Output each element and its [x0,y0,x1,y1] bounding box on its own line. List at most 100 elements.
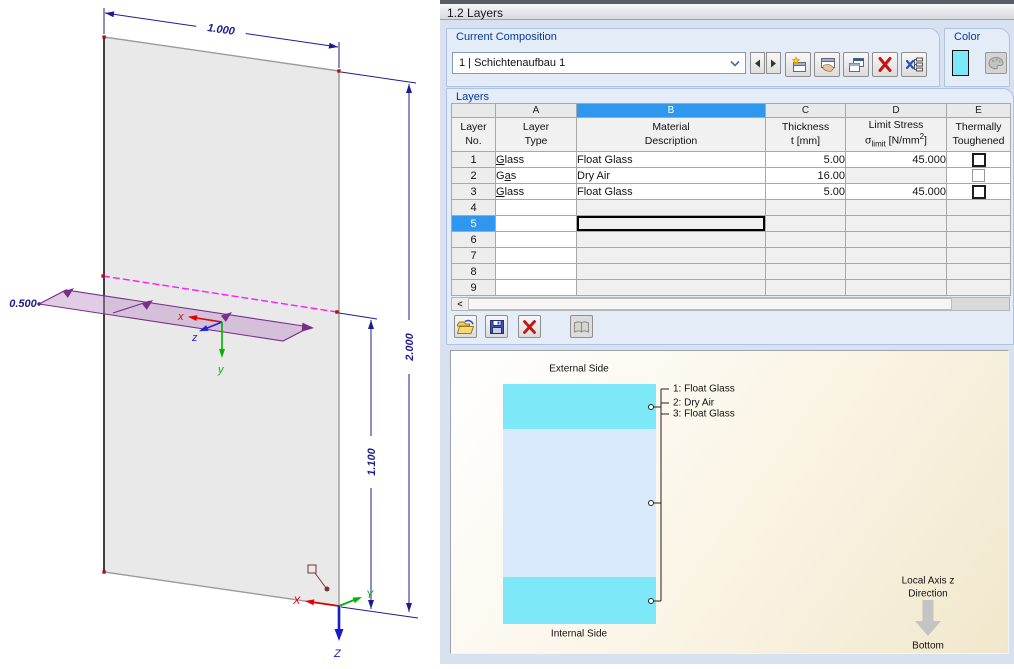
header-thermally-toughened[interactable]: Thermally Toughened [946,117,1011,152]
cell-limit-stress[interactable] [845,215,947,232]
cell-material-description[interactable] [576,279,766,296]
table-row: 2 Gas Dry Air 16.00 [451,167,1011,184]
cell-limit-stress[interactable] [845,199,947,216]
cell-material-description[interactable] [576,215,766,232]
cell-limit-stress[interactable] [845,247,947,264]
color-palette-button[interactable] [985,52,1007,74]
global-axis-y-label: Y [366,589,374,601]
row-header-2[interactable]: 2 [451,167,496,184]
cell-thermally-toughened[interactable] [946,199,1011,216]
cell-thickness[interactable]: 16.00 [765,167,846,184]
delete-layers-button[interactable] [518,315,541,338]
thermally-toughened-checkbox[interactable] [971,184,986,199]
header-limit-stress[interactable]: Limit Stress σlimit [N/mm2] [845,117,947,152]
row-header-8[interactable]: 8 [451,263,496,280]
previous-composition-button[interactable] [750,52,765,74]
model-3d-drawing: 1.000 2.000 1.100 0.500 x z y X Y Z [9,8,419,660]
header-thickness[interactable]: Thickness t [mm] [765,117,846,152]
cell-limit-stress[interactable] [845,279,947,296]
row-header-6[interactable]: 6 [451,231,496,248]
new-composition-button[interactable] [785,52,811,77]
cell-layer-type[interactable] [495,263,577,280]
cell-layer-type[interactable] [495,247,577,264]
cell-material-description[interactable] [576,231,766,248]
cell-thickness[interactable] [765,199,846,216]
rename-composition-button[interactable] [814,52,840,77]
column-header-C[interactable]: C [765,103,846,118]
row-header-5[interactable]: 5 [451,215,496,232]
thermally-toughened-checkbox[interactable] [972,169,985,182]
local-axis-direction-line2: Direction [908,588,948,600]
cell-layer-type[interactable] [495,279,577,296]
row-header-3[interactable]: 3 [451,183,496,200]
cell-material-description[interactable] [576,199,766,216]
cell-thickness[interactable] [765,279,846,296]
cell-thickness[interactable] [765,247,846,264]
cell-material-description[interactable]: Float Glass [576,183,766,200]
save-floppy-icon [489,319,504,334]
cell-material-description[interactable] [576,263,766,280]
delete-all-compositions-button[interactable] [901,52,927,77]
cell-material-description[interactable]: Dry Air [576,167,766,184]
column-header-E[interactable]: E [946,103,1011,118]
layers-table[interactable]: A B C D E Layer No. Layer Type Material Descriptio… [451,103,1011,296]
cell-thickness[interactable]: 5.00 [765,151,846,168]
cell-limit-stress[interactable]: 45.000 [845,151,947,168]
cell-thermally-toughened[interactable] [946,183,1011,200]
column-header-B[interactable]: B [576,103,766,118]
copy-composition-button[interactable] [843,52,869,77]
cell-material-description[interactable] [576,247,766,264]
cell-thermally-toughened[interactable] [946,167,1011,184]
composition-select[interactable]: 1 | Schichtenaufbau 1 [452,52,746,74]
color-group-label: Color [954,31,981,43]
cell-layer-type[interactable] [495,199,577,216]
model-3d-viewport[interactable]: 1.000 2.000 1.100 0.500 x z y X Y Z [0,0,440,664]
cell-layer-type[interactable]: Glass [495,183,577,200]
cell-limit-stress[interactable] [845,167,947,184]
cell-layer-type[interactable] [495,215,577,232]
material-library-button[interactable] [570,315,593,338]
cell-layer-type[interactable] [495,231,577,248]
cell-thickness[interactable]: 5.00 [765,183,846,200]
composition-color-swatch[interactable] [952,50,969,76]
next-composition-button[interactable] [766,52,781,74]
row-header-9[interactable]: 9 [451,279,496,296]
row-header-4[interactable]: 4 [451,199,496,216]
dialog-title: 1.2 Layers [440,0,1014,20]
cell-thickness[interactable] [765,231,846,248]
cell-thermally-toughened[interactable] [946,231,1011,248]
cell-thermally-toughened[interactable] [946,247,1011,264]
row-header-7[interactable]: 7 [451,247,496,264]
scroll-left-button[interactable]: < [452,298,469,310]
cell-limit-stress[interactable] [845,231,947,248]
header-layer-no[interactable]: Layer No. [451,117,496,152]
local-axis-direction-line1: Local Axis z [901,575,955,587]
cell-limit-stress[interactable] [845,263,947,280]
cell-limit-stress[interactable]: 45.000 [845,183,947,200]
layer-marker-2 [648,500,654,506]
column-corner-header[interactable] [451,103,496,118]
cell-material-description[interactable]: Float Glass [576,151,766,168]
cell-layer-type[interactable]: Gas [495,167,577,184]
table-row: 6 [451,231,1011,248]
column-header-D[interactable]: D [845,103,947,118]
save-composition-button[interactable] [485,315,508,338]
local-axis-x-label: x [177,311,184,323]
open-composition-button[interactable] [454,315,477,338]
row-header-1[interactable]: 1 [451,151,496,168]
cell-thickness[interactable] [765,263,846,280]
cell-thermally-toughened[interactable] [946,263,1011,280]
cell-thermally-toughened[interactable] [946,279,1011,296]
header-material-description[interactable]: Material Description [576,117,766,152]
column-header-A[interactable]: A [495,103,577,118]
table-row: 9 [451,279,1011,296]
delete-composition-button[interactable] [872,52,898,77]
scrollbar-thumb[interactable] [468,298,952,310]
cell-layer-type[interactable]: Glass [495,151,577,168]
cell-thermally-toughened[interactable] [946,215,1011,232]
header-layer-type[interactable]: Layer Type [495,117,577,152]
cell-thermally-toughened[interactable] [946,151,1011,168]
thermally-toughened-checkbox[interactable] [971,152,986,167]
table-horizontal-scrollbar[interactable]: < [451,297,1010,311]
cell-thickness[interactable] [765,215,846,232]
